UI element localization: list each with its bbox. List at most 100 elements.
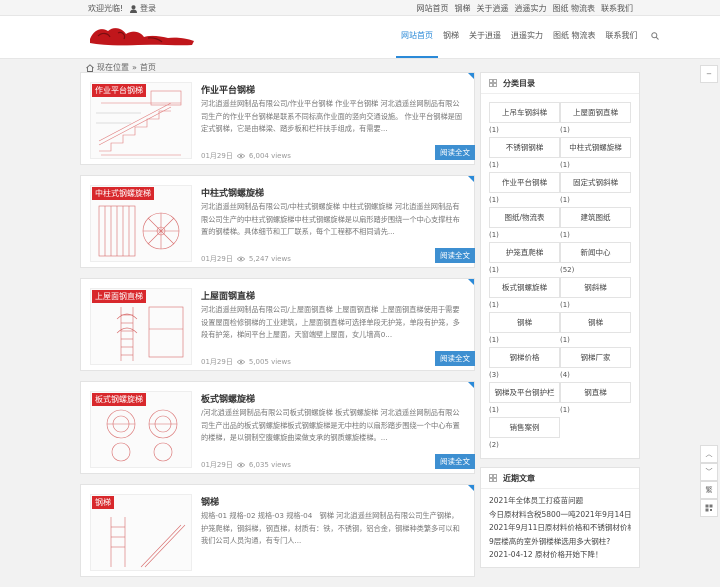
category-link[interactable]: 钢梯 bbox=[560, 312, 631, 333]
post-category-tag[interactable]: 板式钢螺旋梯 bbox=[92, 393, 146, 406]
post-card: 作业平台钢梯 作业平台钢梯 河北逍遥丝网制品有限公司/作业平台钢梯 作业平台钢梯… bbox=[80, 72, 475, 165]
corner-mark bbox=[468, 73, 474, 79]
category-link[interactable]: 作业平台钢梯 bbox=[489, 172, 560, 193]
category-item: 钢梯及平台钢护栏 (1) bbox=[489, 382, 560, 417]
collapse-button[interactable]: − bbox=[700, 65, 718, 83]
category-link[interactable]: 销售案例 bbox=[489, 417, 560, 438]
grid-icon bbox=[489, 79, 497, 87]
recent-post-link[interactable]: 今日原材料含税5800一吨2021年9月14日报价 bbox=[489, 508, 631, 522]
traditional-chinese-button[interactable]: 繁 bbox=[700, 481, 718, 499]
category-link[interactable]: 图纸/物流表 bbox=[489, 207, 560, 228]
login-label: 登录 bbox=[140, 4, 156, 13]
toplink-contact[interactable]: 联系我们 bbox=[601, 3, 633, 14]
post-date: 01月29日 bbox=[201, 255, 233, 263]
more-tools-button[interactable] bbox=[700, 499, 718, 517]
category-count: (1) bbox=[560, 126, 570, 134]
search-icon bbox=[650, 32, 659, 40]
recent-post-link[interactable]: 2021-04-12 原材价格开始下降！ bbox=[489, 548, 631, 562]
nav-drawings[interactable]: 图纸 物流表 bbox=[548, 16, 601, 56]
category-link[interactable]: 上吊车钢斜梯 bbox=[489, 102, 560, 123]
category-item: 新闻中心 (52) bbox=[560, 242, 631, 277]
category-link[interactable]: 固定式钢斜梯 bbox=[560, 172, 631, 193]
category-item: 建筑图纸 (1) bbox=[560, 207, 631, 242]
post-title[interactable]: 上屋面钢直梯 bbox=[201, 289, 255, 302]
category-link[interactable]: 板式钢螺旋梯 bbox=[489, 277, 560, 298]
toplink-ladder[interactable]: 钢梯 bbox=[454, 3, 470, 14]
category-item: 销售案例 (2) bbox=[489, 417, 560, 452]
post-excerpt: /河北逍遥丝网制品有限公司板式钢螺旋梯 板式钢螺旋梯 河北逍遥丝网制品有限公司生… bbox=[201, 408, 460, 442]
category-count: (1) bbox=[560, 301, 570, 309]
post-excerpt: 河北逍遥丝网制品有限公司/中柱式钢螺旋梯 中柱式钢螺旋梯 河北逍遥丝网制品有限公… bbox=[201, 202, 460, 236]
category-count: (1) bbox=[560, 196, 570, 204]
post-meta: 01月29日 5,247 views bbox=[201, 254, 291, 264]
category-count: (3) bbox=[489, 371, 499, 379]
nav-home[interactable]: 网站首页 bbox=[396, 16, 438, 58]
recent-posts-list: 2021年全体员工打疫苗问题 今日原材料含税5800一吨2021年9月14日报价… bbox=[481, 489, 639, 567]
corner-mark bbox=[468, 279, 474, 285]
category-grid: 上吊车钢斜梯 (1) 上屋面钢直梯 (1) 不锈钢钢梯 (1) 中柱式钢螺旋梯 (1) … bbox=[481, 94, 639, 458]
nav-contact[interactable]: 联系我们 bbox=[601, 16, 643, 56]
recent-post-link[interactable]: 9层楼高的室外钢楼梯选用多大钢柱? bbox=[489, 535, 631, 549]
read-more-button[interactable]: 阅读全文 bbox=[435, 454, 475, 469]
post-title[interactable]: 板式钢螺旋梯 bbox=[201, 392, 255, 405]
category-count: (1) bbox=[489, 301, 499, 309]
toplink-about[interactable]: 关于逍遥 bbox=[476, 3, 508, 14]
toplink-home[interactable]: 网站首页 bbox=[416, 3, 448, 14]
site-logo[interactable] bbox=[88, 25, 196, 47]
category-item: 钢梯 (1) bbox=[489, 312, 560, 347]
category-link[interactable]: 上屋面钢直梯 bbox=[560, 102, 631, 123]
category-link[interactable]: 钢梯价格 bbox=[489, 347, 560, 368]
category-count: (1) bbox=[560, 336, 570, 344]
recent-post-link[interactable]: 2021年全体员工打疫苗问题 bbox=[489, 494, 631, 508]
category-link[interactable]: 不锈钢钢梯 bbox=[489, 137, 560, 158]
nav-strength[interactable]: 逍遥实力 bbox=[506, 16, 548, 56]
category-item: 不锈钢钢梯 (1) bbox=[489, 137, 560, 172]
post-date: 01月29日 bbox=[201, 152, 233, 160]
read-more-button[interactable]: 阅读全文 bbox=[435, 145, 475, 160]
category-link[interactable]: 钢梯厂家 bbox=[560, 347, 631, 368]
recent-post-link[interactable]: 2021年9月11日原材料价格和不锈钢材价格 bbox=[489, 521, 631, 535]
post-title[interactable]: 钢梯 bbox=[201, 495, 219, 508]
post-excerpt: 规格-01 规格-02 规格-03 规格-04 钢梯 河北逍遥丝网制品有限公司生… bbox=[201, 511, 460, 545]
category-count: (1) bbox=[489, 196, 499, 204]
read-more-button[interactable]: 阅读全文 bbox=[435, 351, 475, 366]
category-link[interactable]: 新闻中心 bbox=[560, 242, 631, 263]
category-link[interactable]: 钢斜梯 bbox=[560, 277, 631, 298]
post-views: 5,005 views bbox=[248, 358, 291, 366]
post-date: 01月29日 bbox=[201, 358, 233, 366]
nav-ladder[interactable]: 钢梯 bbox=[438, 16, 464, 56]
post-meta: 01月29日 6,004 views bbox=[201, 151, 291, 161]
post-title[interactable]: 中柱式钢螺旋梯 bbox=[201, 186, 264, 199]
toplink-drawings[interactable]: 图纸 物流表 bbox=[552, 3, 595, 14]
scroll-down-button[interactable]: ﹀ bbox=[700, 463, 718, 481]
toplink-strength[interactable]: 逍遥实力 bbox=[514, 3, 546, 14]
category-link[interactable]: 中柱式钢螺旋梯 bbox=[560, 137, 631, 158]
user-icon bbox=[130, 4, 137, 13]
category-item: 上屋面钢直梯 (1) bbox=[560, 102, 631, 137]
category-link[interactable]: 钢梯及平台钢护栏 bbox=[489, 382, 560, 403]
category-link[interactable]: 钢直梯 bbox=[560, 382, 631, 403]
post-category-tag[interactable]: 中柱式钢螺旋梯 bbox=[92, 187, 154, 200]
post-list: 作业平台钢梯 作业平台钢梯 河北逍遥丝网制品有限公司/作业平台钢梯 作业平台钢梯… bbox=[80, 72, 475, 587]
category-link[interactable]: 护笼直爬梯 bbox=[489, 242, 560, 263]
post-card: 上屋面钢直梯 上屋面钢直梯 河北逍遥丝网制品有限公司/上屋面钢直梯 上屋面钢直梯… bbox=[80, 278, 475, 371]
nav-about[interactable]: 关于逍遥 bbox=[464, 16, 506, 56]
category-count: (1) bbox=[560, 406, 570, 414]
eye-icon bbox=[236, 256, 245, 262]
post-category-tag[interactable]: 作业平台钢梯 bbox=[92, 84, 146, 97]
category-item: 钢直梯 (1) bbox=[560, 382, 631, 417]
post-title[interactable]: 作业平台钢梯 bbox=[201, 83, 255, 96]
scroll-top-button[interactable]: ︿ bbox=[700, 445, 718, 463]
post-meta: 01月29日 5,005 views bbox=[201, 357, 291, 367]
read-more-button[interactable]: 阅读全文 bbox=[435, 248, 475, 263]
category-count: (1) bbox=[560, 231, 570, 239]
login-link[interactable]: 登录 bbox=[130, 3, 156, 14]
category-count: (1) bbox=[489, 126, 499, 134]
post-category-tag[interactable]: 钢梯 bbox=[92, 496, 114, 509]
category-link[interactable]: 钢梯 bbox=[489, 312, 560, 333]
post-category-tag[interactable]: 上屋面钢直梯 bbox=[92, 290, 146, 303]
search-button[interactable] bbox=[648, 16, 662, 56]
category-count: (1) bbox=[489, 266, 499, 274]
sidebar: 分类目录 上吊车钢斜梯 (1) 上屋面钢直梯 (1) 不锈钢钢梯 (1) 中柱式钢螺旋… bbox=[480, 72, 640, 576]
category-link[interactable]: 建筑图纸 bbox=[560, 207, 631, 228]
